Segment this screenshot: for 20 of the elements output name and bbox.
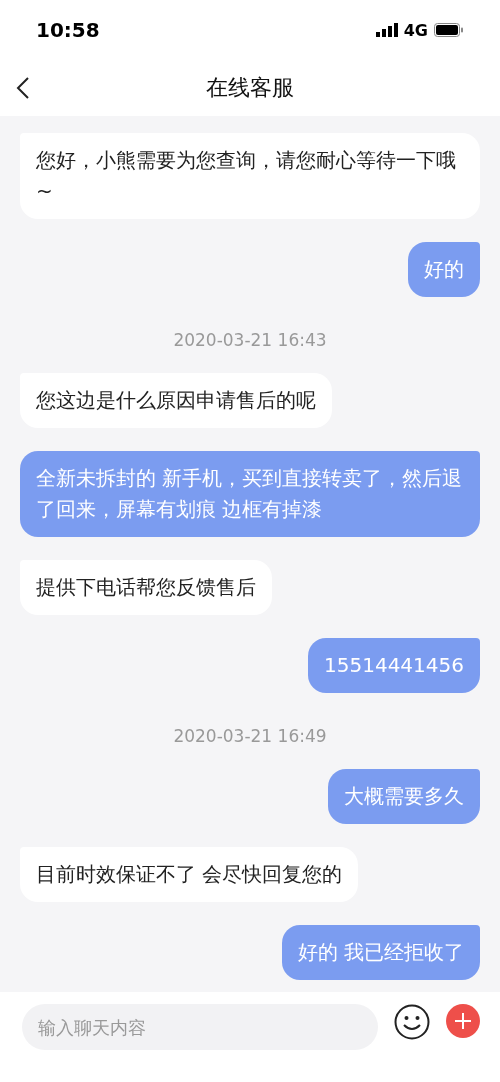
received-message: 目前时效保证不了 会尽快回复您的 (20, 847, 359, 902)
network-label: 4G (403, 20, 428, 40)
sent-message: 好的 我已经拒收了 (281, 925, 480, 980)
sent-message: 15514441456 (308, 638, 480, 693)
add-icon[interactable] (446, 1004, 480, 1038)
emoji-icon[interactable] (394, 1004, 430, 1040)
sent-message: 好的 (408, 242, 480, 297)
signal-icon (375, 23, 398, 37)
received-message: 您好，小熊需要为您查询，请您耐心等待一下哦~ (20, 133, 480, 219)
sent-message: 全新未拆封的 新手机，买到直接转卖了，然后退了回来，屏幕有划痕 边框有掉漆 (20, 451, 480, 537)
timestamp: 2020-03-21 16:43 (173, 330, 327, 350)
timestamp: 2020-03-21 16:49 (173, 726, 327, 746)
received-message: 您这边是什么原因申请售后的呢 (20, 373, 332, 428)
sent-message: 大概需要多久 (328, 769, 480, 824)
status-time: 10:58 (36, 18, 100, 42)
back-icon[interactable] (16, 77, 30, 99)
battery-icon (434, 23, 464, 37)
message-input[interactable]: 输入聊天内容 (22, 1004, 378, 1050)
page-title: 在线客服 (206, 74, 294, 102)
received-message: 提供下电话帮您反馈售后 (20, 560, 272, 615)
